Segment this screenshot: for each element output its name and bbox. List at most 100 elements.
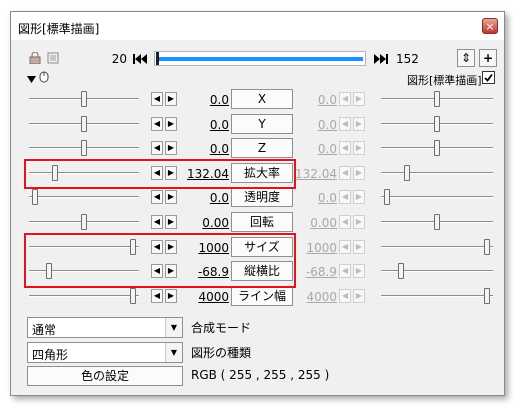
slider-thumb-size-end[interactable] — [484, 239, 490, 255]
decrement-z-start[interactable]: ◀ — [151, 141, 163, 155]
decrement-z-end[interactable]: ◀ — [339, 141, 351, 155]
effect-enable-checkbox[interactable] — [482, 71, 495, 84]
blend-mode-label: 合成モード — [191, 321, 252, 335]
param-button-x[interactable]: X — [231, 89, 293, 109]
highlight-size-aspect-rows — [24, 233, 296, 288]
value-z-end[interactable]: 0.0 — [295, 142, 337, 156]
frame-icon[interactable] — [47, 52, 59, 64]
value-y-start[interactable]: 0.0 — [183, 118, 229, 132]
shape-type-label: 図形の種類 — [191, 346, 252, 360]
decrement-y-start[interactable]: ◀ — [151, 117, 163, 131]
decrement-opacity-start[interactable]: ◀ — [151, 190, 163, 204]
increment-rotation-start[interactable]: ▶ — [165, 215, 177, 229]
param-button-rotation[interactable]: 回転 — [231, 212, 293, 232]
color-settings-button[interactable]: 色の設定 — [27, 366, 183, 386]
decrement-opacity-end[interactable]: ◀ — [339, 190, 351, 204]
highlight-scale-row — [24, 159, 296, 189]
param-button-y[interactable]: Y — [231, 114, 293, 134]
value-size-end[interactable]: 1000 — [295, 241, 337, 255]
rewind-icon[interactable] — [132, 51, 148, 67]
value-y-end[interactable]: 0.0 — [295, 118, 337, 132]
slider-thumb-linewidth-start[interactable] — [130, 288, 136, 304]
slider-track-size-end[interactable] — [381, 246, 493, 248]
value-rotation-end[interactable]: 0.00 — [295, 216, 337, 230]
value-scale-end[interactable]: 132.04 — [295, 167, 337, 181]
value-linewidth-start[interactable]: 4000 — [183, 290, 229, 304]
shape-type-select[interactable]: 四角形 ▼ — [27, 342, 183, 363]
slider-thumb-aspect-end[interactable] — [398, 263, 404, 279]
add-icon: + — [482, 51, 494, 65]
increment-rotation-end[interactable]: ▶ — [353, 215, 365, 229]
increment-scale-end[interactable]: ▶ — [353, 166, 365, 180]
decrement-x-start[interactable]: ◀ — [151, 92, 163, 106]
increment-y-start[interactable]: ▶ — [165, 117, 177, 131]
param-button-linewidth[interactable]: ライン幅 — [231, 286, 293, 306]
slider-thumb-scale-end[interactable] — [404, 165, 410, 181]
slider-thumb-y-end[interactable] — [434, 116, 440, 132]
object-settings-window: 図形[標準描画] × 20 152 ⇕ + 図形[標準描画] ◀ ▶ 0.0 X 0.0… — [10, 11, 505, 396]
slider-thumb-z-start[interactable] — [81, 140, 87, 156]
increment-z-end[interactable]: ▶ — [353, 141, 365, 155]
close-button[interactable]: × — [482, 18, 498, 34]
increment-linewidth-end[interactable]: ▶ — [353, 289, 365, 303]
chevron-down-icon[interactable]: ▼ — [165, 318, 182, 337]
increment-aspect-end[interactable]: ▶ — [353, 264, 365, 278]
effect-name-label: 図形[標準描画] — [407, 74, 482, 87]
increment-linewidth-start[interactable]: ▶ — [165, 289, 177, 303]
slider-thumb-x-start[interactable] — [81, 91, 87, 107]
increment-y-end[interactable]: ▶ — [353, 117, 365, 131]
timeline-cursor[interactable] — [156, 52, 159, 65]
decrement-linewidth-start[interactable]: ◀ — [151, 289, 163, 303]
chevron-down-icon[interactable]: ▼ — [165, 343, 182, 362]
increment-x-start[interactable]: ▶ — [165, 92, 177, 106]
value-x-end[interactable]: 0.0 — [295, 93, 337, 107]
timeline-slider[interactable] — [154, 51, 366, 66]
slider-track-opacity-end[interactable] — [381, 196, 493, 198]
lock-icon[interactable] — [29, 51, 41, 65]
value-linewidth-end[interactable]: 4000 — [295, 290, 337, 304]
slider-track-scale-end[interactable] — [381, 172, 493, 174]
slider-track-linewidth-end[interactable] — [381, 295, 493, 297]
value-z-start[interactable]: 0.0 — [183, 142, 229, 156]
value-x-start[interactable]: 0.0 — [183, 93, 229, 107]
slider-track-linewidth-start[interactable] — [29, 295, 139, 297]
increment-x-end[interactable]: ▶ — [353, 92, 365, 106]
value-opacity-end[interactable]: 0.0 — [295, 191, 337, 205]
slider-thumb-linewidth-end[interactable] — [484, 288, 490, 304]
value-rotation-start[interactable]: 0.00 — [183, 216, 229, 230]
decrement-rotation-start[interactable]: ◀ — [151, 215, 163, 229]
decrement-linewidth-end[interactable]: ◀ — [339, 289, 351, 303]
fast-forward-icon[interactable] — [373, 51, 389, 67]
title-bar: 図形[標準描画] × — [11, 12, 504, 40]
increment-z-start[interactable]: ▶ — [165, 141, 177, 155]
slider-thumb-y-start[interactable] — [81, 116, 87, 132]
decrement-size-end[interactable]: ◀ — [339, 240, 351, 254]
decrement-y-end[interactable]: ◀ — [339, 117, 351, 131]
refresh-icon: ⇕ — [460, 51, 472, 65]
timeline-end-frame: 152 — [396, 52, 419, 66]
param-button-z[interactable]: Z — [231, 138, 293, 158]
collapse-triangle-icon[interactable] — [27, 73, 36, 83]
decrement-scale-end[interactable]: ◀ — [339, 166, 351, 180]
increment-opacity-start[interactable]: ▶ — [165, 190, 177, 204]
slider-thumb-x-end[interactable] — [434, 91, 440, 107]
slider-thumb-rotation-start[interactable] — [81, 214, 87, 230]
add-effect-button[interactable]: + — [479, 49, 497, 67]
slider-thumb-opacity-start[interactable] — [32, 189, 38, 205]
value-aspect-end[interactable]: -68.9 — [295, 265, 337, 279]
blend-mode-select[interactable]: 通常 ▼ — [27, 317, 183, 338]
decrement-aspect-end[interactable]: ◀ — [339, 264, 351, 278]
param-button-opacity[interactable]: 透明度 — [231, 187, 293, 207]
decrement-rotation-end[interactable]: ◀ — [339, 215, 351, 229]
refresh-button[interactable]: ⇕ — [457, 49, 475, 67]
value-opacity-start[interactable]: 0.0 — [183, 191, 229, 205]
slider-thumb-z-end[interactable] — [434, 140, 440, 156]
blend-mode-value: 通常 — [32, 323, 57, 337]
slider-thumb-opacity-end[interactable] — [384, 189, 390, 205]
increment-opacity-end[interactable]: ▶ — [353, 190, 365, 204]
increment-size-end[interactable]: ▶ — [353, 240, 365, 254]
decrement-x-end[interactable]: ◀ — [339, 92, 351, 106]
timeline-range-fill — [157, 57, 363, 61]
slider-thumb-rotation-end[interactable] — [434, 214, 440, 230]
slider-track-opacity-start[interactable] — [29, 196, 139, 198]
